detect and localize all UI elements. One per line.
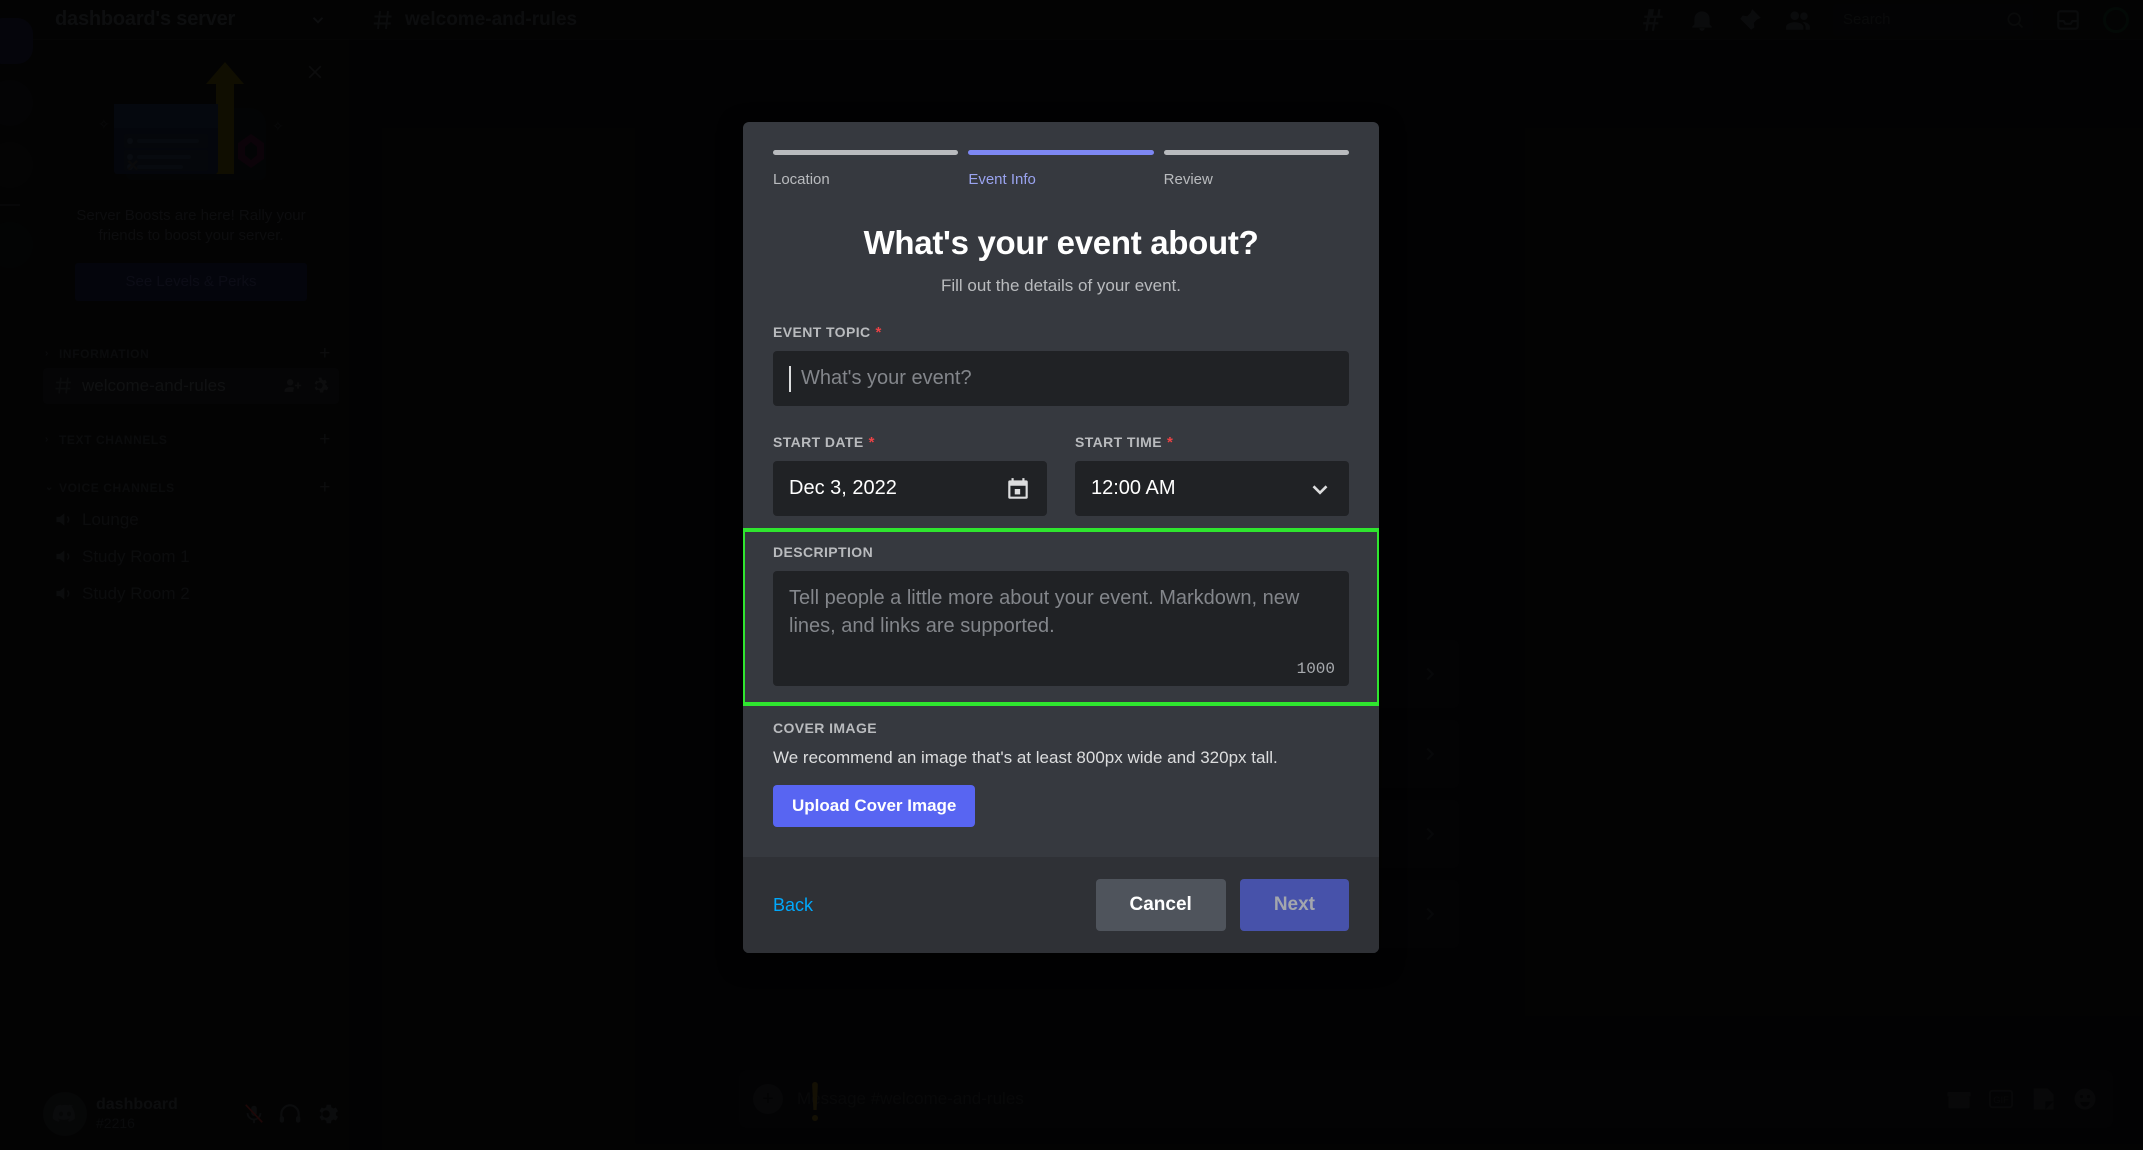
cancel-button[interactable]: Cancel	[1095, 879, 1226, 931]
required-asterisk: *	[875, 323, 882, 341]
label-text: COVER IMAGE	[773, 720, 877, 736]
modal-footer: Back Cancel Next	[743, 857, 1379, 953]
label-text: DESCRIPTION	[773, 544, 874, 560]
label-text: START DATE	[773, 434, 864, 450]
label-text: START TIME	[1075, 434, 1162, 450]
step-location[interactable]: Location	[773, 150, 959, 188]
description-textarea[interactable]: Tell people a little more about your eve…	[773, 571, 1349, 686]
start-time-label: START TIME *	[1075, 434, 1349, 450]
date-time-row: START DATE * Dec 3, 2022 START TIME * 12…	[773, 434, 1349, 516]
field-start-date: START DATE * Dec 3, 2022	[773, 434, 1047, 516]
create-event-modal: Location Event Info Review What's your e…	[743, 122, 1379, 953]
next-button[interactable]: Next	[1239, 879, 1349, 931]
step-label: Event Info	[968, 171, 1036, 188]
required-asterisk: *	[868, 433, 875, 451]
text-cursor	[789, 365, 791, 392]
step-bar	[1163, 150, 1349, 155]
step-indicator: Location Event Info Review	[773, 150, 1349, 188]
cover-image-label: COVER IMAGE	[773, 720, 1349, 736]
step-bar	[968, 150, 1154, 155]
step-bar	[773, 150, 959, 155]
field-start-time: START TIME * 12:00 AM	[1075, 434, 1349, 516]
modal-title: What's your event about?	[863, 224, 1259, 261]
cover-image-note: We recommend an image that's at least 80…	[773, 748, 1278, 767]
back-button[interactable]: Back	[773, 895, 813, 916]
step-review[interactable]: Review	[1163, 150, 1349, 188]
event-topic-input[interactable]: What's your event?	[773, 351, 1349, 406]
step-label: Review	[1163, 171, 1213, 188]
start-time-select[interactable]: 12:00 AM	[1075, 461, 1349, 516]
description-label: DESCRIPTION	[773, 544, 1349, 560]
start-date-label: START DATE *	[773, 434, 1047, 450]
event-topic-placeholder: What's your event?	[801, 367, 972, 389]
start-date-input[interactable]: Dec 3, 2022	[773, 461, 1047, 516]
character-counter: 1000	[1296, 660, 1335, 678]
upload-cover-image-button[interactable]: Upload Cover Image	[773, 785, 976, 827]
calendar-icon[interactable]	[1005, 476, 1031, 502]
step-label: Location	[773, 171, 830, 188]
field-description: DESCRIPTION Tell people a little more ab…	[743, 528, 1379, 706]
step-event-info[interactable]: Event Info	[968, 150, 1154, 188]
chevron-down-icon[interactable]	[1307, 476, 1333, 502]
modal-body: Location Event Info Review What's your e…	[743, 122, 1379, 857]
event-topic-label: EVENT TOPIC *	[773, 324, 1349, 340]
label-text: EVENT TOPIC	[773, 324, 871, 340]
start-time-value: 12:00 AM	[1091, 477, 1176, 499]
discord-app-window: dashboard's server ✕ ✧	[0, 0, 2143, 1150]
modal-subtitle: Fill out the details of your event.	[940, 276, 1182, 295]
required-asterisk: *	[1166, 433, 1174, 451]
field-cover-image: COVER IMAGE We recommend an image that's…	[773, 720, 1349, 857]
start-date-value: Dec 3, 2022	[789, 477, 897, 499]
description-placeholder: Tell people a little more about your eve…	[789, 587, 1300, 638]
field-event-topic: EVENT TOPIC * What's your event?	[773, 324, 1349, 406]
